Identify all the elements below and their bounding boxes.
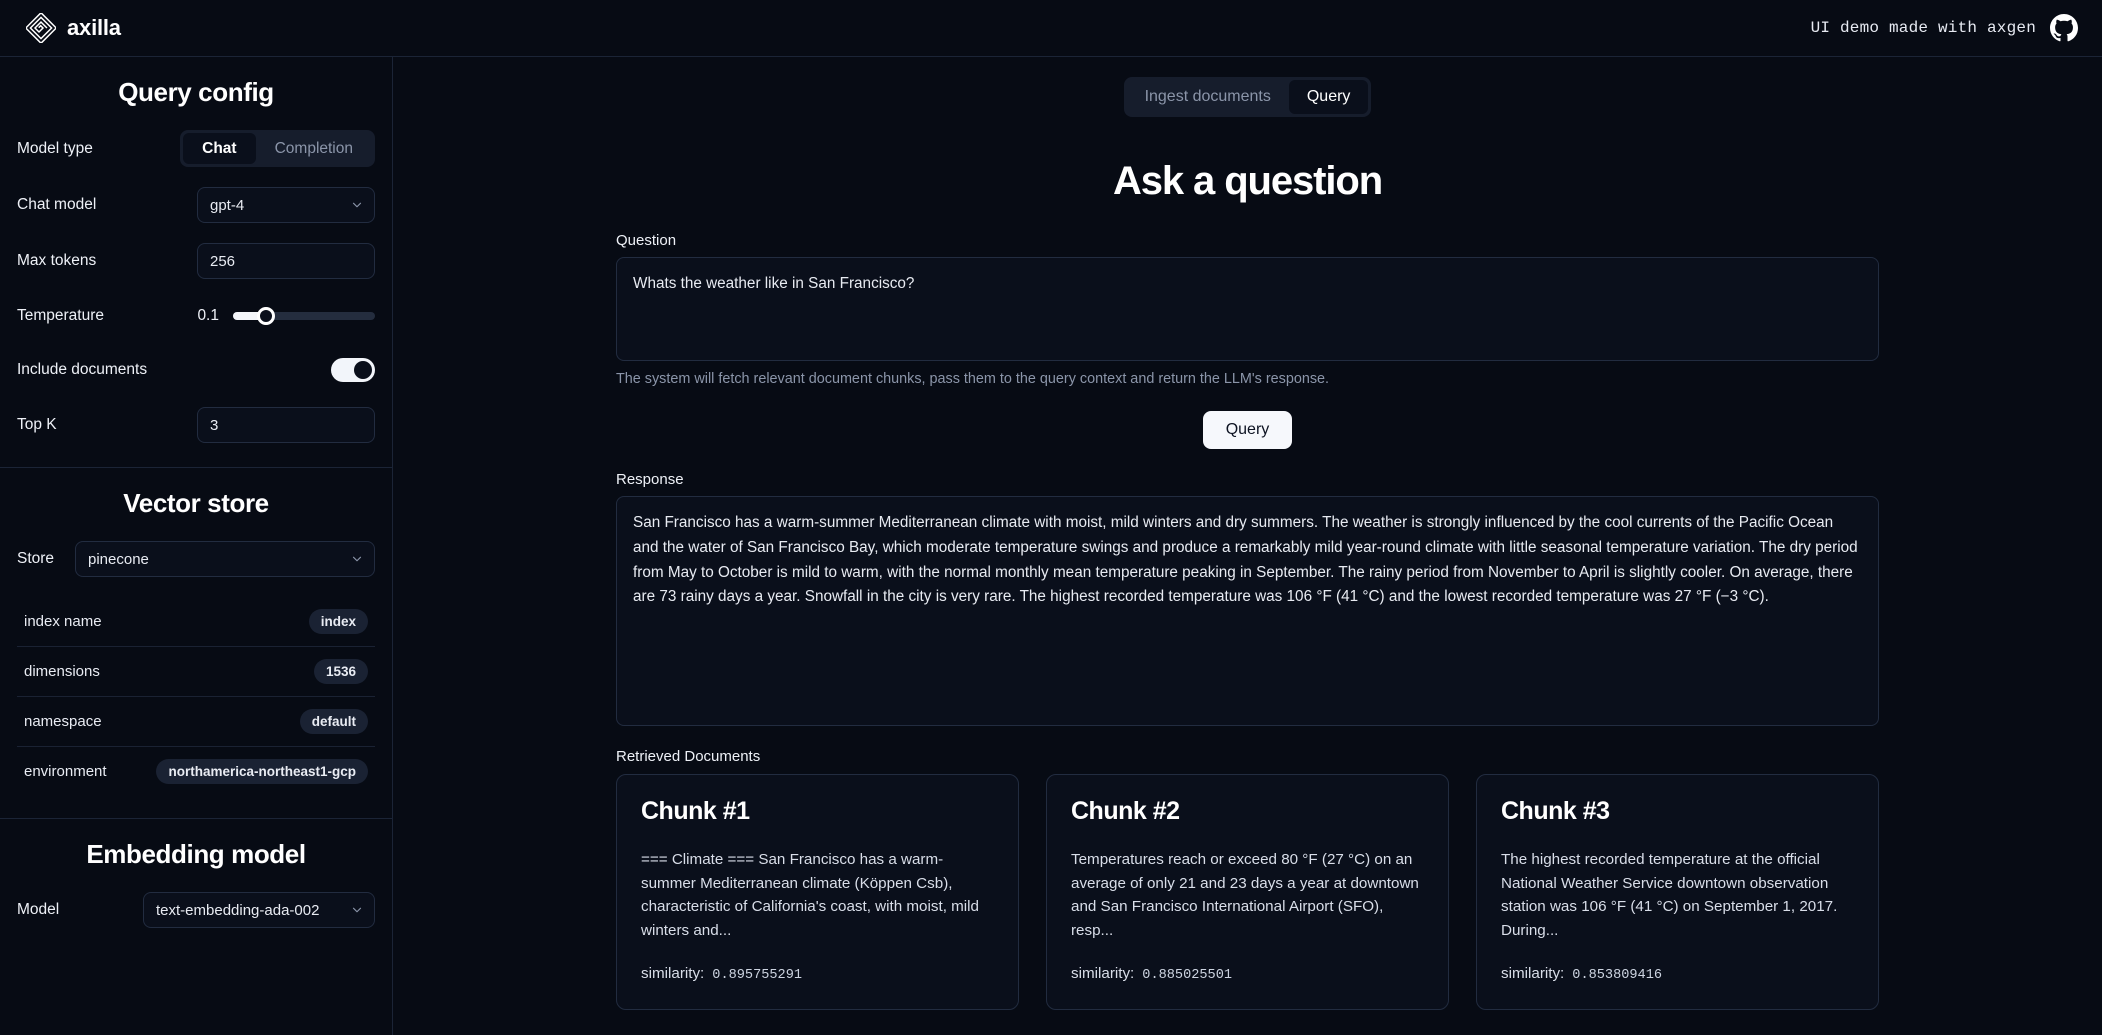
row-chat-model: Chat model gpt-4 xyxy=(17,187,375,224)
similarity-label: similarity: xyxy=(1501,964,1565,982)
chevron-down-icon xyxy=(352,907,362,913)
chunk-text: === Climate === San Francisco has a warm… xyxy=(641,851,979,940)
similarity-label: similarity: xyxy=(641,964,705,982)
property-row: index name index xyxy=(17,597,375,648)
row-temperature: Temperature 0.1 xyxy=(17,299,375,333)
embedding-model-select[interactable]: text-embedding-ada-002 xyxy=(143,892,375,929)
top-bar-right: UI demo made with axgen xyxy=(1811,14,2078,42)
temperature-slider-wrap: 0.1 xyxy=(195,307,375,326)
row-store: Store pinecone xyxy=(17,541,375,578)
similarity-label: similarity: xyxy=(1071,964,1135,982)
chunk-card[interactable]: Chunk #3 The highest recorded temperatur… xyxy=(1476,774,1879,1010)
embedding-model-label: Model xyxy=(17,901,60,919)
chunk-similarity: similarity: 0.885025501 xyxy=(1071,965,1424,983)
row-model-type: Model type Chat Completion xyxy=(17,130,375,168)
property-row: environment northamerica-northeast1-gcp xyxy=(17,747,375,796)
row-max-tokens: Max tokens xyxy=(17,243,375,280)
github-link[interactable] xyxy=(2050,14,2078,42)
retrieved-documents-label: Retrieved Documents xyxy=(616,748,761,765)
property-row: dimensions 1536 xyxy=(17,647,375,698)
page-title: Ask a question xyxy=(1112,159,1383,203)
chunk-card[interactable]: Chunk #1 === Climate === San Francisco h… xyxy=(616,774,1019,1010)
main-content: Ingest documents Query Ask a question Qu… xyxy=(393,57,2102,1035)
temperature-slider[interactable] xyxy=(233,307,375,326)
main-tabs: Ingest documents Query xyxy=(1123,77,1372,117)
chunk-card[interactable]: Chunk #2 Temperatures reach or exceed 80… xyxy=(1046,774,1449,1010)
chat-model-label: Chat model xyxy=(17,196,97,214)
response-label: Response xyxy=(616,471,684,488)
top-bar: axilla UI demo made with axgen xyxy=(0,0,2102,57)
panel-query-config: Query config Model type Chat Completion … xyxy=(0,57,392,469)
max-tokens-input[interactable] xyxy=(197,243,375,280)
brand[interactable]: axilla xyxy=(26,13,121,43)
vector-store-title: Vector store xyxy=(123,488,269,519)
chunk-title: Chunk #1 xyxy=(641,797,750,825)
chunk-similarity: similarity: 0.853809416 xyxy=(1501,965,1854,983)
tabs-wrap: Ingest documents Query xyxy=(393,57,2102,117)
question-input[interactable] xyxy=(616,257,1879,361)
property-value-badge: default xyxy=(299,709,368,735)
row-embedding-model: Model text-embedding-ada-002 xyxy=(17,892,375,929)
include-documents-label: Include documents xyxy=(17,361,148,379)
model-type-option-chat[interactable]: Chat xyxy=(183,133,256,165)
property-value-badge: index xyxy=(308,609,368,635)
retrieved-documents-list: Chunk #1 === Climate === San Francisco h… xyxy=(616,774,1879,1010)
app-shell: Query config Model type Chat Completion … xyxy=(0,57,2102,1035)
model-type-segmented-control[interactable]: Chat Completion xyxy=(180,130,375,168)
panel-embedding-model: Embedding model Model text-embedding-ada… xyxy=(0,819,392,952)
property-key: index name xyxy=(24,613,102,631)
store-value: pinecone xyxy=(88,550,149,568)
store-label: Store xyxy=(17,550,55,568)
brand-name: axilla xyxy=(67,15,121,40)
slider-thumb[interactable] xyxy=(257,307,275,326)
query-config-title: Query config xyxy=(118,77,274,107)
chunk-title: Chunk #2 xyxy=(1071,797,1180,825)
sidebar: Query config Model type Chat Completion … xyxy=(0,57,393,1035)
property-key: environment xyxy=(24,763,107,781)
similarity-value: 0.885025501 xyxy=(1142,967,1233,983)
query-form: Question The system will fetch relevant … xyxy=(616,232,1879,1010)
query-button-wrap: Query xyxy=(616,411,1879,449)
top-k-input[interactable] xyxy=(197,407,375,444)
max-tokens-label: Max tokens xyxy=(17,252,97,270)
row-top-k: Top K xyxy=(17,407,375,444)
chevron-down-icon xyxy=(352,556,362,562)
embedding-model-title: Embedding model xyxy=(86,839,306,870)
vector-store-properties: index name index dimensions 1536 namespa… xyxy=(17,597,375,796)
property-key: dimensions xyxy=(24,663,100,681)
property-value-badge: northamerica-northeast1-gcp xyxy=(156,759,368,785)
temperature-value: 0.1 xyxy=(197,307,219,325)
property-value-badge: 1536 xyxy=(313,659,368,685)
tab-ingest-documents[interactable]: Ingest documents xyxy=(1127,80,1289,114)
temperature-label: Temperature xyxy=(17,307,105,325)
panel-vector-store: Vector store Store pinecone index name i… xyxy=(0,468,392,820)
demo-note: UI demo made with axgen xyxy=(1810,19,2036,37)
chunk-title: Chunk #3 xyxy=(1501,797,1610,825)
model-type-option-completion[interactable]: Completion xyxy=(256,133,372,164)
github-icon xyxy=(2050,14,2078,42)
similarity-value: 0.895755291 xyxy=(712,967,803,983)
tab-query[interactable]: Query xyxy=(1288,80,1369,114)
model-type-label: Model type xyxy=(17,139,93,157)
response-output[interactable] xyxy=(616,496,1879,726)
axilla-diamond-logo-icon xyxy=(26,13,56,43)
question-helper-text: The system will fetch relevant document … xyxy=(616,371,1330,387)
chunk-text: The highest recorded temperature at the … xyxy=(1501,851,1838,940)
property-key: namespace xyxy=(24,713,102,731)
store-select[interactable]: pinecone xyxy=(75,541,375,578)
toggle-knob xyxy=(354,361,372,380)
query-button[interactable]: Query xyxy=(1202,411,1293,449)
question-label: Question xyxy=(616,232,677,249)
chunk-similarity: similarity: 0.895755291 xyxy=(641,965,994,983)
property-row: namespace default xyxy=(17,697,375,748)
chunk-text: Temperatures reach or exceed 80 °F (27 °… xyxy=(1071,851,1419,940)
chat-model-value: gpt-4 xyxy=(210,196,245,214)
chevron-down-icon xyxy=(352,202,362,208)
include-documents-toggle[interactable] xyxy=(331,358,375,383)
row-include-documents: Include documents xyxy=(17,353,375,387)
embedding-model-value: text-embedding-ada-002 xyxy=(156,901,320,919)
similarity-value: 0.853809416 xyxy=(1572,967,1663,983)
top-k-label: Top K xyxy=(17,416,57,434)
chat-model-select[interactable]: gpt-4 xyxy=(197,187,375,224)
